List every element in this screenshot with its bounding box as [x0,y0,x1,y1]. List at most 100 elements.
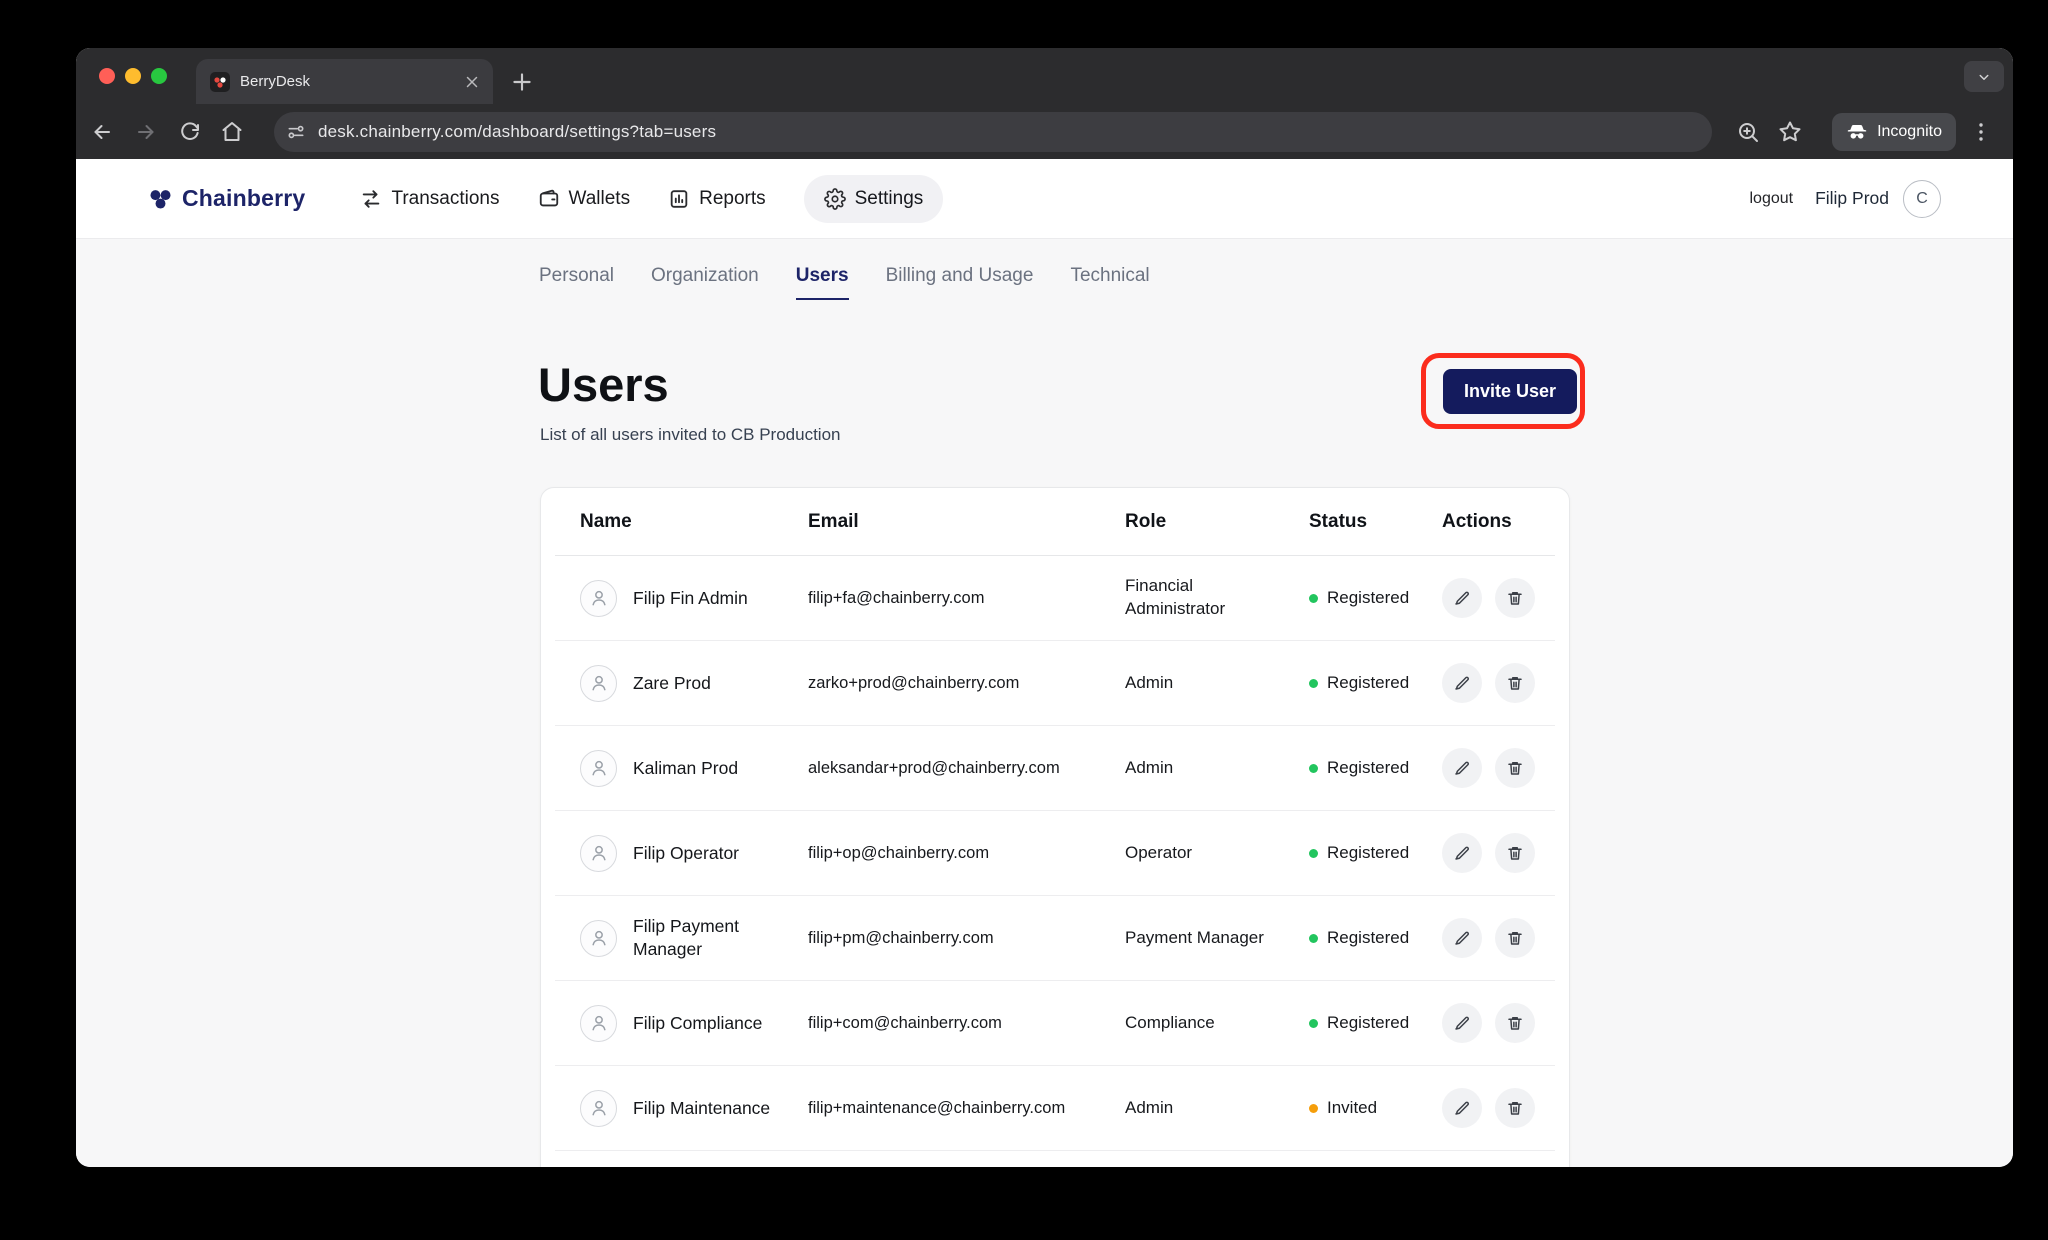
delete-user-button[interactable] [1495,748,1535,788]
name-cell: Filip Maintenance [555,1090,808,1127]
chevron-down-icon [1975,68,1993,86]
forward-icon[interactable] [134,120,158,144]
status-label: Registered [1327,928,1409,948]
person-icon [589,843,609,863]
brand-name: Chainberry [182,185,305,212]
trash-icon [1506,589,1524,607]
column-header-role: Role [1125,511,1309,533]
table-row: Filip Operator filip+op@chainberry.com O… [555,811,1555,896]
tab-search-button[interactable] [1964,61,2004,92]
user-role: Operator [1125,842,1309,865]
delete-user-button[interactable] [1495,1003,1535,1043]
edit-user-button[interactable] [1442,833,1482,873]
edit-user-button[interactable] [1442,578,1482,618]
browser-tabstrip: BerryDesk [76,48,2013,104]
user-name: Zare Prod [633,672,711,695]
user-role: Admin [1125,672,1309,695]
reports-icon [668,188,690,210]
delete-user-button[interactable] [1495,918,1535,958]
url-bar[interactable]: desk.chainberry.com/dashboard/settings?t… [274,112,1712,152]
tab-technical[interactable]: Technical [1070,265,1149,300]
person-icon [589,1098,609,1118]
user-name: Filip Fin Admin [633,587,748,610]
browser-menu-icon[interactable] [1969,120,1993,144]
tab-users[interactable]: Users [796,265,849,300]
user-avatar [580,1090,617,1127]
status-badge: Registered [1309,843,1442,863]
user-name: Filip Operator [633,842,739,865]
edit-pencil-icon [1453,589,1471,607]
edit-user-button[interactable] [1442,1088,1482,1128]
tab-favicon-icon [210,72,230,92]
avatar[interactable]: C [1903,180,1941,218]
status-label: Registered [1327,758,1409,778]
trash-icon [1506,929,1524,947]
user-email: aleksandar+prod@chainberry.com [808,759,1125,778]
edit-user-button[interactable] [1442,663,1482,703]
incognito-badge: Incognito [1832,113,1956,151]
table-rows: Filip Fin Admin filip+fa@chainberry.com … [555,556,1555,1151]
app-header: Chainberry Transactions Wallets Reports [76,159,2013,239]
site-settings-icon[interactable] [282,118,310,146]
status-dot [1309,764,1318,773]
column-header-name: Name [555,511,808,533]
person-icon [589,928,609,948]
delete-user-button[interactable] [1495,1088,1535,1128]
name-cell: Zare Prod [555,665,808,702]
tab-close-icon[interactable] [463,73,481,91]
nav-item-wallets[interactable]: Wallets [538,188,631,210]
edit-pencil-icon [1453,1099,1471,1117]
user-avatar [580,1005,617,1042]
reload-icon[interactable] [178,120,202,144]
minimize-window-button[interactable] [125,68,141,84]
edit-pencil-icon [1453,1014,1471,1032]
fullscreen-window-button[interactable] [151,68,167,84]
nav-label: Wallets [569,188,631,210]
status-badge: Registered [1309,673,1442,693]
user-name: Kaliman Prod [633,757,738,780]
browser-toolbar: desk.chainberry.com/dashboard/settings?t… [76,104,2013,159]
tab-organization[interactable]: Organization [651,265,759,300]
status-badge: Registered [1309,588,1442,608]
name-cell: Kaliman Prod [555,750,808,787]
user-email: filip+pm@chainberry.com [808,929,1125,948]
actions-cell [1442,748,1555,788]
user-name: Filip Payment Manager [633,915,783,961]
header-right: logout Filip Prod C [1749,180,1941,218]
edit-user-button[interactable] [1442,748,1482,788]
back-icon[interactable] [90,120,114,144]
logout-button[interactable]: logout [1749,190,1793,208]
nav-label: Transactions [391,188,499,210]
home-icon[interactable] [220,120,244,144]
delete-user-button[interactable] [1495,578,1535,618]
edit-user-button[interactable] [1442,1003,1482,1043]
tab-personal[interactable]: Personal [539,265,614,300]
nav-item-reports[interactable]: Reports [668,188,766,210]
main-nav: Transactions Wallets Reports Settings [360,175,943,223]
user-menu[interactable]: Filip Prod [1815,188,1889,209]
user-role: Financial Administrator [1125,575,1309,621]
trash-icon [1506,759,1524,777]
trash-icon [1506,844,1524,862]
person-icon [589,758,609,778]
incognito-icon [1846,121,1868,143]
table-row: Filip Compliance filip+com@chainberry.co… [555,981,1555,1066]
web-page: Chainberry Transactions Wallets Reports [76,159,2013,1167]
person-icon [589,1013,609,1033]
status-badge: Registered [1309,758,1442,778]
bookmark-star-icon[interactable] [1778,120,1802,144]
close-window-button[interactable] [99,68,115,84]
edit-user-button[interactable] [1442,918,1482,958]
user-email: filip+maintenance@chainberry.com [808,1099,1125,1118]
new-tab-icon[interactable] [509,69,535,95]
tab-billing-and-usage[interactable]: Billing and Usage [886,265,1034,300]
gear-icon [824,188,846,210]
nav-item-transactions[interactable]: Transactions [360,188,499,210]
invite-user-button[interactable]: Invite User [1443,369,1577,414]
nav-item-settings[interactable]: Settings [804,175,944,223]
zoom-icon[interactable] [1736,120,1760,144]
delete-user-button[interactable] [1495,833,1535,873]
browser-tab[interactable]: BerryDesk [196,59,493,104]
delete-user-button[interactable] [1495,663,1535,703]
brand-logo[interactable]: Chainberry [147,185,305,212]
